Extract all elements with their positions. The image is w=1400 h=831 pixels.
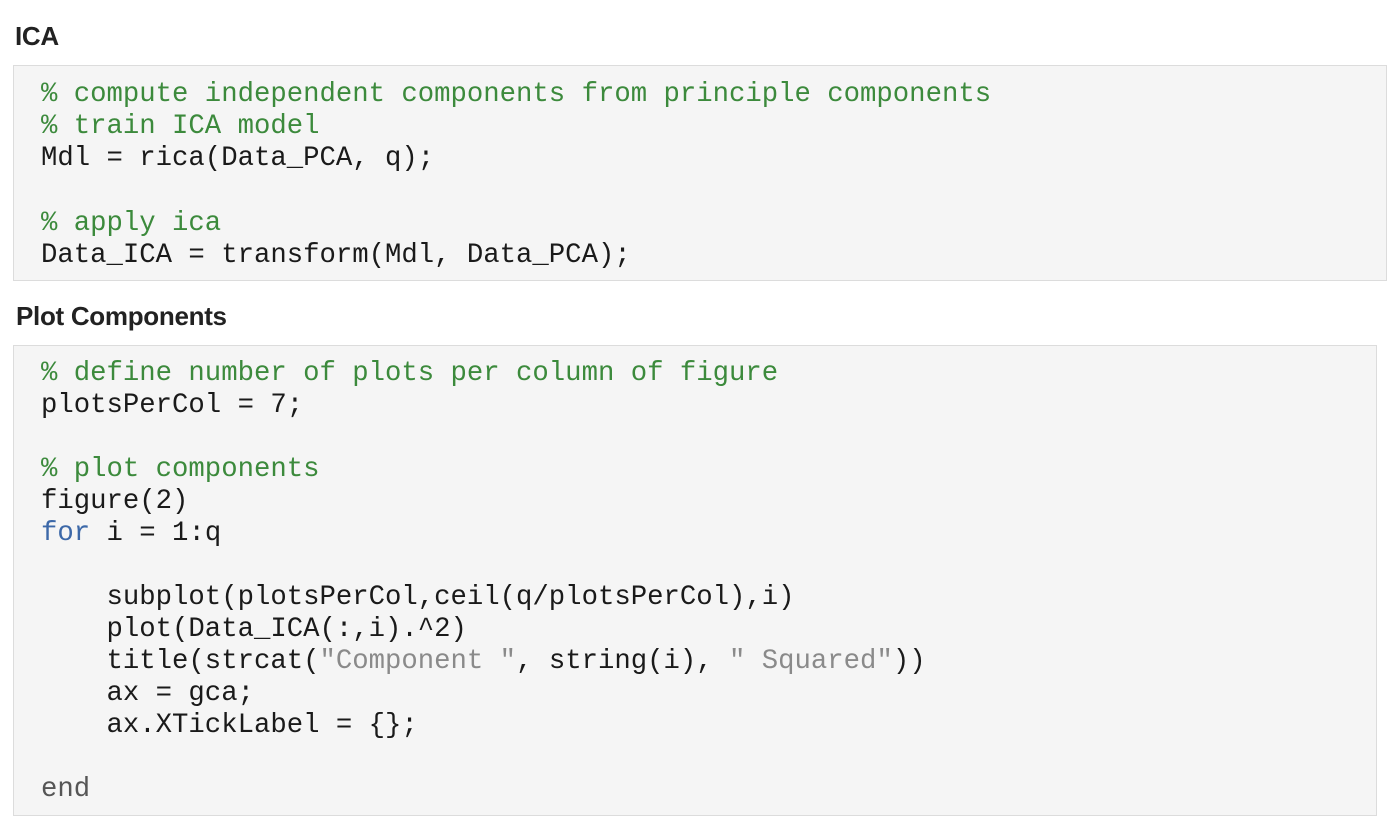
code-comment-line: % train ICA model — [41, 111, 320, 142]
code-line-title: title(strcat("Component ", string(i), " … — [41, 646, 926, 678]
code-comment-line: % compute independent components from pr… — [41, 79, 992, 110]
code-token: , string(i), — [516, 646, 730, 677]
plot-components-code-block: % define number of plots per column of f… — [13, 345, 1377, 816]
code-line: figure(2) — [41, 486, 189, 517]
string-token: "Component " — [319, 646, 517, 677]
ica-code-block: % compute independent components from pr… — [13, 65, 1387, 281]
code-comment-line: % apply ica — [41, 208, 222, 239]
code-line-for-loop: for i = 1:q — [41, 518, 221, 550]
code-line: Data_ICA = transform(Mdl, Data_PCA); — [41, 240, 631, 271]
code-token: title(strcat( — [41, 646, 320, 677]
string-token: " Squared" — [729, 646, 893, 677]
code-line: plotsPerCol = 7; — [41, 390, 304, 421]
code-token: )) — [892, 646, 926, 677]
ica-heading: ICA — [15, 21, 59, 51]
code-line: ax.XTickLabel = {}; — [41, 710, 418, 741]
code-line: end — [41, 774, 91, 805]
keyword-token: for — [41, 518, 91, 549]
code-comment-line: % plot components — [41, 454, 320, 485]
code-comment-line: % define number of plots per column of f… — [41, 358, 779, 389]
code-line: plot(Data_ICA(:,i).^2) — [41, 614, 467, 645]
code-line: subplot(plotsPerCol,ceil(q/plotsPerCol),… — [41, 582, 795, 613]
plot-components-heading: Plot Components — [16, 301, 227, 331]
code-line: Mdl = rica(Data_PCA, q); — [41, 143, 435, 174]
code-line: ax = gca; — [41, 678, 254, 709]
code-token: i = 1:q — [90, 518, 222, 549]
